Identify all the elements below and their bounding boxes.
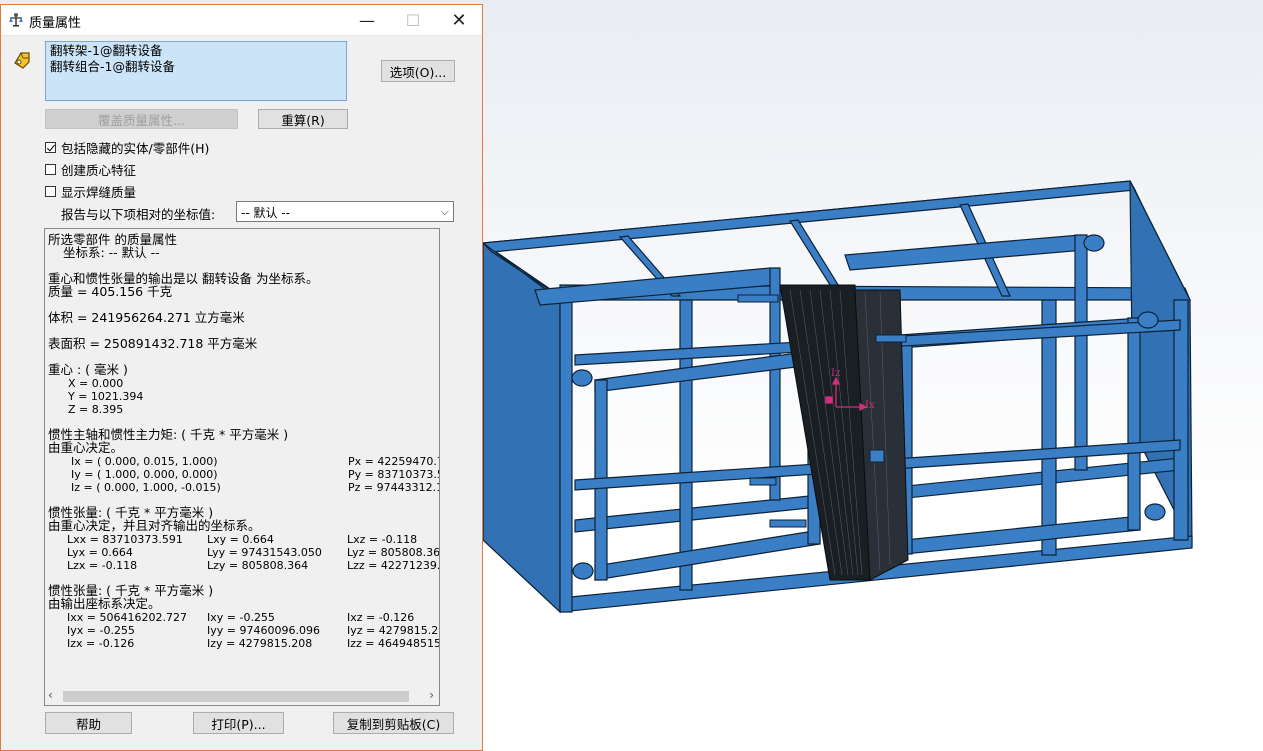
results-lyx: Lyx = 0.664 — [67, 546, 133, 559]
list-item[interactable]: 翻转架-1@翻转设备 — [50, 43, 342, 59]
scroll-left-icon[interactable]: ‹ — [48, 688, 53, 702]
checkbox-label: 显示焊缝质量 — [61, 185, 137, 200]
inner-frame-right-side — [1074, 234, 1088, 471]
coordinate-system-label: 报告与以下项相对的坐标值: — [61, 207, 216, 222]
include-hidden-checkbox[interactable]: 包括隐藏的实体/零部件(H) — [45, 138, 209, 157]
rod-2 — [875, 334, 907, 343]
results-tensor1-sub: 由重心决定，并且对齐输出的坐标系。 — [48, 518, 261, 533]
results-volume: 体积 = 241956264.271 立方毫米 — [48, 310, 245, 325]
rod-3 — [869, 449, 885, 463]
override-mass-properties-button[interactable]: 覆盖质量属性... — [45, 109, 238, 129]
create-com-feature-checkbox[interactable]: 创建质心特征 — [45, 160, 136, 179]
minimize-button[interactable]: — — [344, 5, 390, 35]
results-lxz: Lxz = -0.118 — [347, 533, 418, 546]
coordinate-system-value: -- 默认 -- — [241, 206, 290, 220]
inner-post-d — [1127, 317, 1141, 531]
scrollbar-thumb[interactable] — [63, 691, 409, 702]
print-button[interactable]: 打印(P)... — [193, 712, 284, 734]
results-tensor2-sub: 由输出座标系决定。 — [48, 596, 161, 611]
checkbox-label: 包括隐藏的实体/零部件(H) — [61, 141, 210, 156]
results-ixz: Ixz = -0.126 — [347, 611, 415, 624]
results-com-y: Y = 1021.394 — [68, 390, 144, 403]
rod-4 — [749, 477, 777, 486]
close-button[interactable]: ✕ — [436, 5, 482, 35]
results-pz: Pz = 97443312.177 — [348, 481, 439, 494]
selection-filter-icon — [14, 52, 30, 69]
results-principal-sub: 由重心决定。 — [48, 440, 124, 455]
results-px: Px = 42259470.718 — [348, 455, 439, 468]
rod-1 — [737, 294, 779, 303]
results-com-title: 重心 : ( 毫米 ) — [48, 362, 128, 377]
results-iy: Iy = ( 1.000, 0.000, 0.000) — [71, 468, 218, 481]
results-surface-area: 表面积 = 250891432.718 平方毫米 — [48, 336, 258, 351]
results-iyz: Iyz = 4279815.208 — [347, 624, 439, 637]
triad-z-label: Iz — [831, 368, 841, 379]
results-izy: Izy = 4279815.208 — [207, 637, 313, 650]
results-lzz: Lzz = 42271239.84 — [347, 559, 439, 572]
results-lyy: Lyy = 97431543.050 — [207, 546, 322, 559]
triad-x-label: Ix — [865, 400, 875, 411]
copy-to-clipboard-button[interactable]: 复制到剪贴板(C) — [333, 712, 454, 734]
maximize-button[interactable]: ☐ — [390, 5, 436, 35]
scroll-right-icon[interactable]: › — [429, 688, 434, 702]
results-iz: Iz = ( 0.000, 1.000, -0.015) — [71, 481, 221, 494]
checkbox-label: 创建质心特征 — [61, 163, 137, 178]
post-2 — [679, 299, 693, 591]
results-com-z: Z = 8.395 — [68, 403, 124, 416]
results-lzy: Lzy = 805808.364 — [207, 559, 309, 572]
results-iyx: Iyx = -0.255 — [67, 624, 135, 637]
mass-properties-dialog: 质量属性 — ☐ ✕ 翻转架-1@翻转设备 翻转组合-1@翻转设备 选项(O).… — [0, 4, 483, 751]
options-button[interactable]: 选项(O)... — [381, 60, 455, 82]
wheel-5 — [572, 562, 594, 580]
selection-list[interactable]: 翻转架-1@翻转设备 翻转组合-1@翻转设备 — [45, 41, 347, 101]
post-1 — [559, 295, 573, 613]
show-weld-mass-checkbox[interactable]: 显示焊缝质量 — [45, 182, 136, 201]
results-com-x: X = 0.000 — [68, 377, 124, 390]
wheel-1 — [1083, 234, 1105, 252]
post-5 — [1173, 299, 1189, 541]
checkbox-box[interactable] — [45, 164, 56, 175]
results-izz: Izz = 464948515.9 — [347, 637, 439, 650]
results-coord-system: 坐标系: -- 默认 -- — [63, 245, 160, 260]
results-ix: Ix = ( 0.000, 0.015, 1.000) — [71, 455, 218, 468]
scale-icon — [9, 13, 23, 27]
checkbox-box[interactable] — [45, 142, 56, 153]
wheel-2 — [1137, 311, 1159, 329]
results-mass: 质量 = 405.156 千克 — [48, 284, 173, 299]
wheel-3 — [571, 369, 593, 387]
list-item[interactable]: 翻转组合-1@翻转设备 — [50, 59, 342, 75]
chevron-down-icon: ⌵ — [440, 205, 449, 218]
results-ixx: Ixx = 506416202.727 — [67, 611, 187, 624]
inner-frame-left-side — [769, 267, 781, 501]
results-lzx: Lzx = -0.118 — [67, 559, 138, 572]
results-panel[interactable]: 所选零部件 的质量属性 坐标系: -- 默认 -- 重心和惯性张量的输出是以 翻… — [44, 228, 440, 706]
results-lyz: Lyz = 805808.364 — [347, 546, 439, 559]
inner-frame-right — [844, 234, 1086, 271]
inner-frame-bottom — [594, 529, 821, 581]
results-lxy: Lxy = 0.664 — [207, 533, 274, 546]
recalculate-button[interactable]: 重算(R) — [258, 109, 348, 129]
results-iyy: Iyy = 97460096.096 — [207, 624, 320, 637]
results-lxx: Lxx = 83710373.591 — [67, 533, 183, 546]
results-ixy: Ixy = -0.255 — [207, 611, 275, 624]
results-py: Py = 83710373.591 — [348, 468, 439, 481]
title-bar[interactable]: 质量属性 — ☐ ✕ — [1, 5, 482, 36]
checkbox-box[interactable] — [45, 186, 56, 197]
dialog-title: 质量属性 — [29, 16, 82, 31]
results-izx: Izx = -0.126 — [67, 637, 135, 650]
wheel-4 — [1144, 503, 1166, 521]
help-button[interactable]: 帮助 — [45, 712, 132, 734]
rod-5 — [769, 519, 807, 528]
horizontal-scrollbar[interactable]: ‹ › — [45, 687, 439, 705]
coordinate-system-select[interactable]: -- 默认 -- ⌵ — [236, 201, 454, 222]
